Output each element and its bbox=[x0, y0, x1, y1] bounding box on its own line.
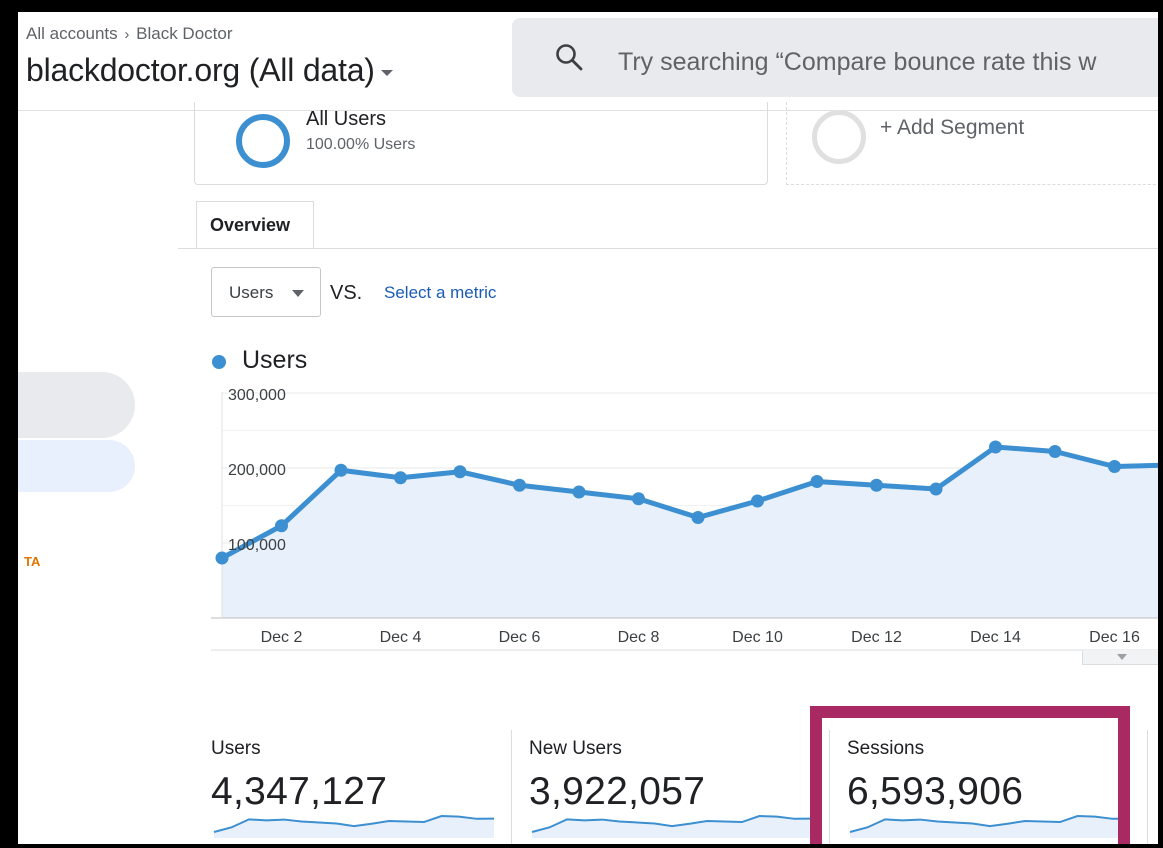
metric-dropdown[interactable]: Users bbox=[211, 267, 321, 317]
y-tick-label: 100,000 bbox=[228, 537, 286, 554]
segment-name: All Users bbox=[306, 108, 387, 130]
data-point bbox=[691, 511, 705, 524]
x-tick-label: Dec 10 bbox=[732, 629, 783, 646]
y-tick-label: 200,000 bbox=[228, 462, 286, 479]
caret-down-icon bbox=[1117, 654, 1127, 660]
caret-down-icon bbox=[292, 290, 304, 297]
scorecard-users[interactable]: Users 4,347,127 bbox=[211, 730, 511, 844]
sessions-highlight-box bbox=[810, 706, 1130, 844]
series-line bbox=[220, 444, 1158, 561]
chart-scroll-handle[interactable] bbox=[1082, 650, 1158, 665]
breadcrumb[interactable]: All accounts › Black Doctor bbox=[26, 24, 233, 44]
search-input[interactable]: Try searching “Compare bounce rate this … bbox=[618, 48, 1096, 77]
x-tick-label: Dec 4 bbox=[380, 629, 422, 646]
scorecard-new-users[interactable]: New Users 3,922,057 bbox=[529, 730, 829, 844]
data-point bbox=[751, 494, 764, 508]
property-selector[interactable]: blackdoctor.org (All data) bbox=[26, 52, 393, 89]
caret-down-icon bbox=[380, 69, 393, 76]
data-point bbox=[632, 492, 645, 506]
breadcrumb-root[interactable]: All accounts bbox=[26, 24, 118, 43]
sidebar-item-hovered[interactable] bbox=[18, 372, 135, 438]
search-icon bbox=[556, 44, 583, 71]
analytics-window: All accounts › Black Doctor blackdoctor.… bbox=[18, 12, 1158, 844]
scorecard-label: Users bbox=[211, 738, 261, 759]
data-point bbox=[334, 463, 348, 477]
vs-label: VS. bbox=[330, 282, 363, 304]
scorecard-value: 4,347,127 bbox=[211, 770, 388, 813]
data-point bbox=[513, 478, 526, 492]
x-tick-label: Dec 14 bbox=[970, 629, 1021, 646]
metric-dropdown-value: Users bbox=[229, 283, 274, 302]
data-point bbox=[215, 551, 229, 565]
data-point bbox=[453, 465, 467, 479]
data-point bbox=[275, 519, 288, 533]
series-area bbox=[222, 447, 1158, 618]
x-tick-label: Dec 6 bbox=[499, 629, 541, 646]
y-tick-label: 300,000 bbox=[228, 387, 286, 404]
search-bar[interactable]: Try searching “Compare bounce rate this … bbox=[512, 18, 1158, 97]
tab-divider bbox=[178, 248, 1158, 249]
data-point bbox=[870, 478, 883, 492]
data-point bbox=[394, 471, 407, 485]
sidebar-beta-badge: TA bbox=[24, 554, 41, 569]
data-point bbox=[572, 485, 586, 499]
property-name: blackdoctor.org (All data) bbox=[26, 52, 375, 88]
add-segment-ring-icon bbox=[812, 110, 866, 164]
select-metric-link[interactable]: Select a metric bbox=[384, 283, 496, 303]
scorecard-divider bbox=[1147, 730, 1148, 844]
scorecard-divider bbox=[511, 730, 512, 844]
legend-dot bbox=[212, 355, 226, 369]
scorecard-value: 3,922,057 bbox=[529, 770, 706, 813]
breadcrumb-account[interactable]: Black Doctor bbox=[136, 24, 232, 43]
scorecard-label: New Users bbox=[529, 738, 622, 759]
tab-overview[interactable]: Overview bbox=[196, 201, 314, 249]
data-point bbox=[810, 475, 824, 488]
segment-percentage: 100.00% Users bbox=[306, 136, 416, 153]
chevron-right-icon: › bbox=[124, 26, 130, 43]
x-tick-label: Dec 2 bbox=[261, 629, 303, 646]
add-segment-button[interactable]: + Add Segment bbox=[880, 116, 1024, 140]
data-point bbox=[1108, 460, 1121, 473]
x-tick-label: Dec 12 bbox=[851, 629, 902, 646]
segment-ring-icon bbox=[236, 114, 290, 168]
x-tick-label: Dec 16 bbox=[1089, 629, 1140, 646]
data-point bbox=[929, 482, 943, 496]
sidebar-item-selected[interactable] bbox=[18, 440, 135, 492]
legend-label: Users bbox=[242, 346, 308, 374]
data-point bbox=[1048, 445, 1062, 458]
data-point bbox=[989, 440, 1002, 454]
x-tick-label: Dec 8 bbox=[618, 629, 660, 646]
